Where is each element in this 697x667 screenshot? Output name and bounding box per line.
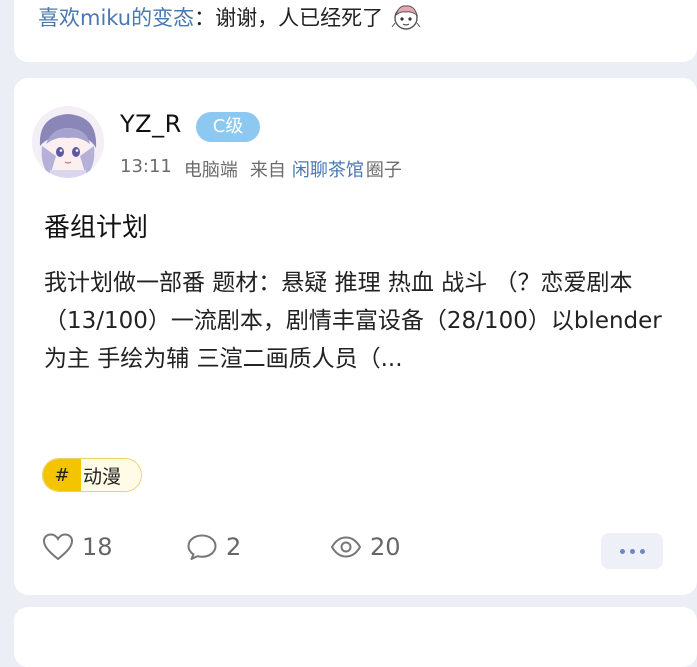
tag-chip[interactable]: # 动漫	[42, 458, 142, 492]
eye-icon	[330, 536, 362, 558]
comment-separator: ：	[194, 6, 216, 30]
circle-link[interactable]: 闲聊茶馆	[292, 156, 364, 182]
post-title[interactable]: 番组计划	[44, 207, 148, 244]
comment-text: 谢谢，人已经死了	[215, 6, 384, 30]
author-name[interactable]: YZ_R	[120, 110, 182, 138]
chibi-sticker-icon	[391, 3, 421, 31]
view-count: 20	[330, 533, 401, 561]
comment-author-link[interactable]: 喜欢miku的变态	[38, 2, 194, 32]
heart-icon	[42, 533, 74, 561]
post-device: 电脑端	[183, 160, 238, 181]
like-count: 18	[82, 533, 113, 561]
circle-suffix: 圈子	[365, 160, 402, 181]
next-post-card[interactable]	[14, 607, 697, 667]
like-button[interactable]: 18	[42, 533, 113, 561]
tag-label: 动漫	[81, 459, 141, 491]
comment-icon	[187, 534, 217, 560]
post-time: 13:11	[120, 156, 172, 177]
hash-icon: #	[43, 459, 81, 491]
more-dot	[639, 548, 645, 554]
comment-count: 2	[226, 533, 242, 561]
post-meta: 13:11 电脑端 来自 闲聊茶馆 圈子	[120, 156, 402, 182]
level-badge: C级	[196, 112, 260, 142]
more-options-button[interactable]	[601, 533, 663, 569]
post-body[interactable]: 我计划做一部番 题材：悬疑 推理 热血 战斗 （？恋爱剧本（13/100）一流剧…	[44, 264, 664, 378]
more-dot	[629, 548, 635, 554]
view-count-value: 20	[370, 533, 401, 561]
more-dot	[619, 548, 625, 554]
comment-button[interactable]: 2	[186, 533, 241, 561]
from-label: 来自	[249, 160, 286, 181]
previous-comment[interactable]: 喜欢miku的变态 ： 谢谢，人已经死了	[38, 0, 421, 34]
anime-girl-avatar-icon[interactable]	[32, 106, 104, 178]
